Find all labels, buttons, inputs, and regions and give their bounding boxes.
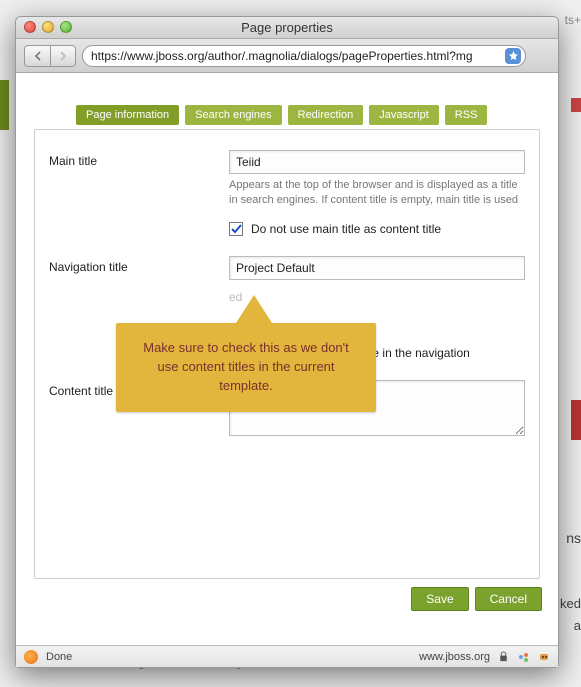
extension-icon[interactable] — [518, 651, 530, 663]
firebug-icon[interactable] — [538, 651, 550, 663]
titlebar: Page properties — [16, 17, 558, 39]
nav-title-input[interactable] — [229, 256, 525, 280]
save-button[interactable]: Save — [411, 587, 468, 611]
status-bar: Done www.jboss.org — [16, 645, 558, 667]
bg-text: ked — [560, 596, 581, 611]
status-right-text: www.jboss.org — [419, 651, 490, 663]
tab-bar: Page information Search engines Redirect… — [34, 105, 540, 125]
no-content-title-checkbox-label: Do not use main title as content title — [251, 222, 441, 236]
tab-javascript[interactable]: Javascript — [369, 105, 439, 125]
tab-search-engines[interactable]: Search engines — [185, 105, 281, 125]
cancel-button[interactable]: Cancel — [475, 587, 542, 611]
tab-redirection[interactable]: Redirection — [288, 105, 364, 125]
firefox-icon — [24, 650, 38, 664]
tab-rss[interactable]: RSS — [445, 105, 488, 125]
window-title: Page properties — [241, 20, 333, 35]
obscured-text: ed — [229, 290, 525, 304]
zoom-icon[interactable] — [60, 21, 72, 33]
url-text: https://www.jboss.org/author/.magnolia/d… — [91, 49, 505, 63]
bg-text: ts+ — [565, 13, 581, 27]
no-content-title-checkbox[interactable] — [229, 222, 243, 236]
back-button[interactable] — [24, 45, 50, 67]
main-title-input[interactable] — [229, 150, 525, 174]
dialog-window: Page properties https://www.jboss.org/au… — [15, 16, 559, 668]
bookmark-star-icon[interactable] — [505, 48, 521, 64]
nav-title-label: Navigation title — [49, 256, 229, 274]
minimize-icon[interactable] — [42, 21, 54, 33]
close-icon[interactable] — [24, 21, 36, 33]
tab-page-information[interactable]: Page information — [76, 105, 179, 125]
status-left-text: Done — [46, 651, 72, 663]
bg-text: ns — [566, 530, 581, 546]
url-bar[interactable]: https://www.jboss.org/author/.magnolia/d… — [82, 45, 526, 67]
browser-toolbar: https://www.jboss.org/author/.magnolia/d… — [16, 39, 558, 73]
main-title-label: Main title — [49, 150, 229, 168]
lock-icon — [498, 651, 510, 663]
bg-text: a — [574, 618, 581, 633]
annotation-callout: Make sure to check this as we don't use … — [116, 323, 376, 412]
main-title-help: Appears at the top of the browser and is… — [229, 178, 525, 208]
forward-button[interactable] — [50, 45, 76, 67]
